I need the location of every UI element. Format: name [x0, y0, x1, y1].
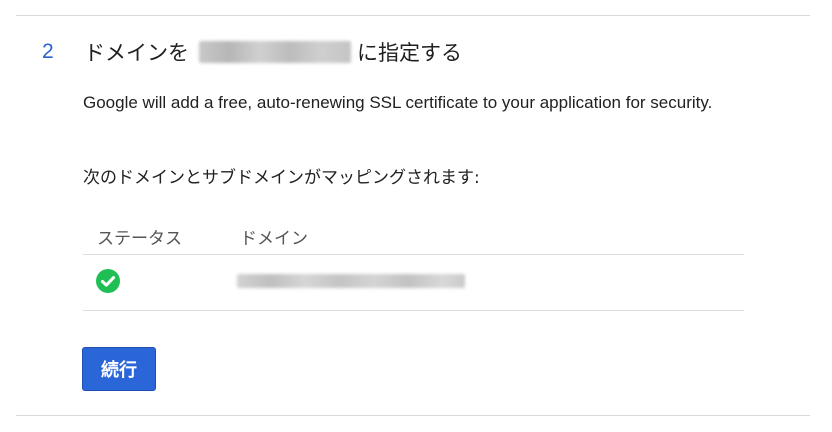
- ssl-description: Google will add a free, auto-renewing SS…: [83, 93, 713, 112]
- domain-cell: [237, 273, 744, 292]
- column-header-domain: ドメイン: [240, 228, 308, 249]
- column-header-status: ステータス: [97, 228, 182, 249]
- step-number: 2: [42, 40, 54, 63]
- table-header: ステータス ドメイン: [83, 218, 744, 255]
- mapping-intro: 次のドメインとサブドメインがマッピングされます:: [83, 168, 480, 188]
- table-row: [83, 255, 744, 311]
- check-circle-icon: [96, 268, 120, 293]
- domain-mapping-table: ステータス ドメイン: [83, 218, 744, 311]
- continue-button[interactable]: 続行: [82, 347, 156, 391]
- status-cell: [83, 268, 240, 297]
- redacted-domain-value: [237, 274, 465, 288]
- step-header: 2 ドメインを に指定する: [42, 36, 462, 68]
- step-title-suffix: に指定する: [357, 41, 462, 65]
- top-divider: [16, 15, 810, 16]
- bottom-divider: [16, 415, 810, 416]
- domain-mapping-step: 2 ドメインを に指定する Google will add a free, au…: [0, 0, 832, 432]
- redacted-domain-name: [199, 41, 351, 63]
- step-title-prefix: ドメインを: [84, 41, 189, 65]
- step-title: ドメインを に指定する: [84, 37, 462, 67]
